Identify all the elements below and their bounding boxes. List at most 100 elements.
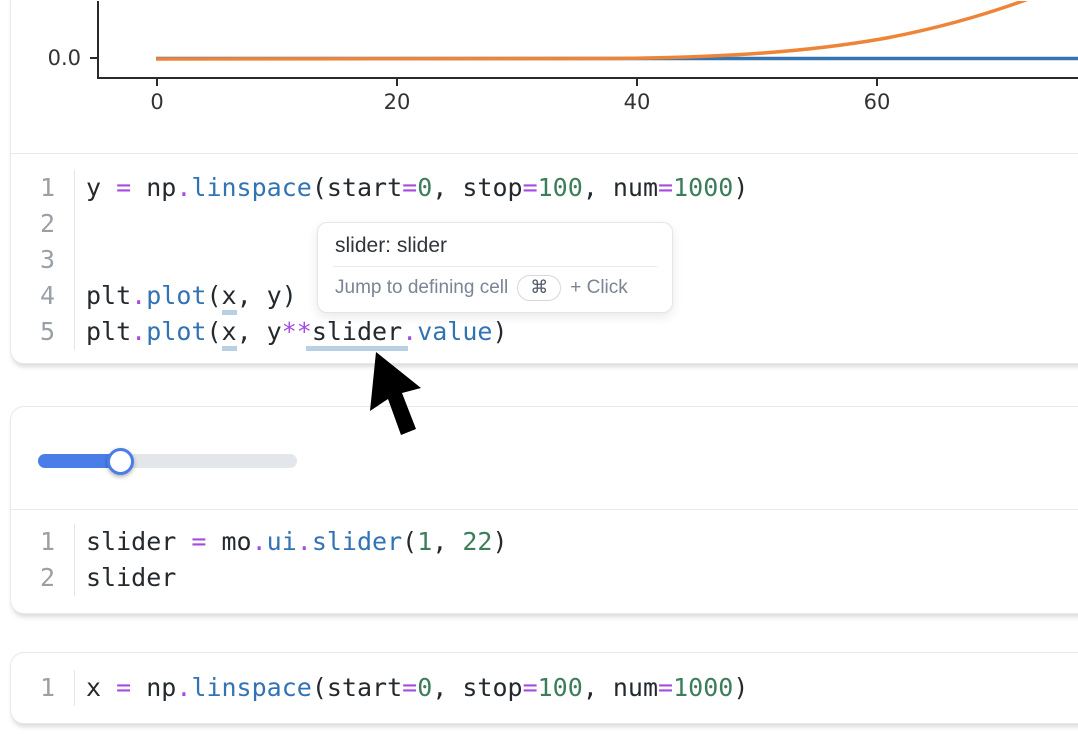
line-number: 2 xyxy=(11,560,75,596)
code-token: 22 xyxy=(462,527,492,556)
code-token: 0 xyxy=(417,173,432,202)
code-token: (start xyxy=(312,673,402,702)
code-token: = xyxy=(116,173,131,202)
code-line-content: slider xyxy=(75,560,176,596)
code-token: plot xyxy=(146,281,206,310)
code-token: np xyxy=(131,173,176,202)
code-token: , xyxy=(432,527,462,556)
code-token: , stop xyxy=(432,173,522,202)
code-token: np xyxy=(131,673,176,702)
slider-handle[interactable] xyxy=(107,448,134,475)
code-line-content: slider = mo.ui.slider(1, 22) xyxy=(75,524,508,560)
code-token: linspace xyxy=(191,173,311,202)
code-token: slider xyxy=(312,527,402,556)
code-line[interactable]: 5plt.plot(x, y**slider.value) xyxy=(11,314,1078,350)
tooltip-title: slider: slider xyxy=(318,223,672,266)
code-editor-slider[interactable]: 1slider = mo.ui.slider(1, 22)2slider xyxy=(11,510,1078,614)
code-token: = xyxy=(523,173,538,202)
marimo-notebook: 0.0 0 20 40 60 1y = np.linspace(start=0,… xyxy=(0,0,1078,746)
code-line-content xyxy=(75,242,86,278)
code-token: ( xyxy=(402,527,417,556)
code-token: ) xyxy=(733,173,748,202)
code-token: , y) xyxy=(237,281,297,310)
code-line[interactable]: 1x = np.linspace(start=0, stop=100, num=… xyxy=(11,670,1078,706)
slider-output xyxy=(11,407,1078,510)
code-token: = xyxy=(523,673,538,702)
line-number: 3 xyxy=(11,242,75,278)
code-token: , num xyxy=(583,673,658,702)
code-token: . xyxy=(131,281,146,310)
variable-tooltip: slider: slider Jump to defining cell ⌘ +… xyxy=(317,222,673,313)
code-line-content: plt.plot(x, y) xyxy=(75,278,297,314)
x-tick-label: 40 xyxy=(624,90,651,114)
code-token: . xyxy=(297,527,312,556)
command-key-badge: ⌘ xyxy=(517,275,561,301)
code-token: plt xyxy=(86,317,131,346)
code-token: = xyxy=(191,527,206,556)
code-token: 1000 xyxy=(673,173,733,202)
cell-slider: 1slider = mo.ui.slider(1, 22)2slider xyxy=(10,406,1078,614)
code-line-content: plt.plot(x, y**slider.value) xyxy=(75,314,508,350)
code-token: plot xyxy=(146,317,206,346)
code-token: = xyxy=(402,673,417,702)
line-number: 1 xyxy=(11,170,75,206)
plot-output: 0.0 0 20 40 60 xyxy=(11,0,1078,154)
line-number: 4 xyxy=(11,278,75,314)
tooltip-action-label: Jump to defining cell xyxy=(335,277,508,299)
code-token: x xyxy=(86,673,116,702)
code-token: 100 xyxy=(538,673,583,702)
code-token: . xyxy=(176,673,191,702)
code-token: . xyxy=(252,527,267,556)
code-token: . xyxy=(131,317,146,346)
code-token: plt xyxy=(86,281,131,310)
x-tick-label: 0 xyxy=(150,90,163,114)
code-token: 1000 xyxy=(673,673,733,702)
code-line-content: y = np.linspace(start=0, stop=100, num=1… xyxy=(75,170,748,206)
code-token: ) xyxy=(492,317,507,346)
reactive-var-ref[interactable]: x xyxy=(222,281,237,315)
slider-track[interactable] xyxy=(38,454,297,468)
code-token: 100 xyxy=(538,173,583,202)
code-token: = xyxy=(658,673,673,702)
code-token: , stop xyxy=(432,673,522,702)
code-token: ( xyxy=(206,281,221,310)
x-tick-label: 20 xyxy=(384,90,411,114)
code-token: value xyxy=(417,317,492,346)
tooltip-action-row: Jump to defining cell ⌘ + Click xyxy=(318,267,672,312)
tooltip-action-suffix: + Click xyxy=(570,277,628,299)
code-token: . xyxy=(176,173,191,202)
line-number: 2 xyxy=(11,206,75,242)
code-token: slider xyxy=(86,527,191,556)
series-line-orange xyxy=(156,1,1059,59)
code-token: 1 xyxy=(417,527,432,556)
line-number: 5 xyxy=(11,314,75,350)
code-token: , num xyxy=(583,173,658,202)
code-token: ( xyxy=(206,317,221,346)
reactive-var-ref-hovered[interactable]: slider xyxy=(306,317,408,351)
code-token: = xyxy=(658,173,673,202)
code-token: ) xyxy=(492,527,507,556)
y-tick-label: 0.0 xyxy=(48,46,81,70)
reactive-var-ref[interactable]: x xyxy=(222,317,237,351)
code-line-content xyxy=(75,206,86,242)
code-token: y xyxy=(86,173,116,202)
code-token: = xyxy=(402,173,417,202)
code-token: (start xyxy=(312,173,402,202)
code-token: slider xyxy=(86,563,176,592)
code-token: 0 xyxy=(417,673,432,702)
code-token: . xyxy=(402,317,417,346)
code-token: mo xyxy=(206,527,251,556)
line-number: 1 xyxy=(11,524,75,560)
matplotlib-figure: 0.0 0 20 40 60 xyxy=(11,1,1078,153)
code-line[interactable]: 2 slider xyxy=(11,560,1078,596)
line-number: 1 xyxy=(11,670,75,706)
code-line[interactable]: 1slider = mo.ui.slider(1, 22) xyxy=(11,524,1078,560)
code-line-content: x = np.linspace(start=0, stop=100, num=1… xyxy=(75,670,748,706)
code-line[interactable]: 1y = np.linspace(start=0, stop=100, num=… xyxy=(11,170,1078,206)
code-editor-x[interactable]: 1x = np.linspace(start=0, stop=100, num=… xyxy=(11,653,1078,723)
code-token: ui xyxy=(267,527,297,556)
code-token: ) xyxy=(733,673,748,702)
code-token: = xyxy=(116,673,131,702)
x-tick-label: 60 xyxy=(864,90,891,114)
code-token: linspace xyxy=(191,673,311,702)
